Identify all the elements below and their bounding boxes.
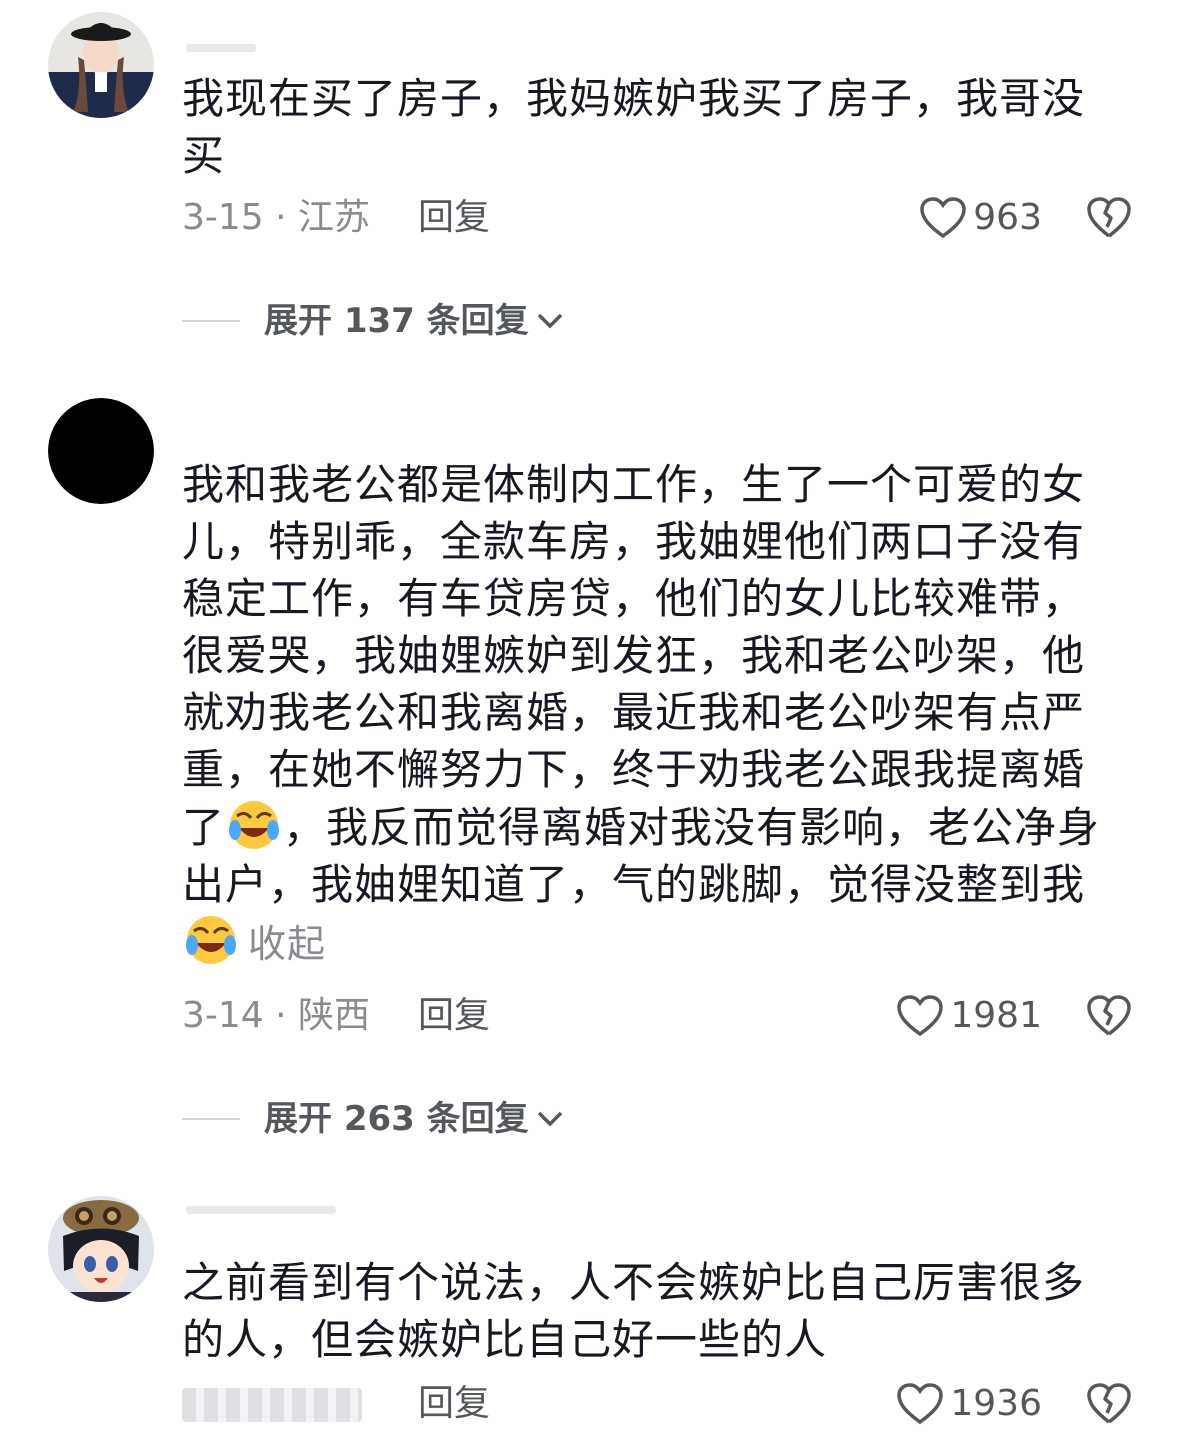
chevron-down-icon: [537, 1111, 562, 1127]
comment-text-part-2: ，我反而觉得离婚对我没有影响，老公净身出户，我妯娌知道了，气的跳脚，觉得没整到我: [182, 803, 1101, 909]
avatar[interactable]: [48, 12, 154, 118]
like-count: 1936: [950, 1383, 1042, 1424]
heart-icon: [897, 1383, 944, 1425]
woman-with-hat-avatar: [48, 12, 154, 118]
dislike-button[interactable]: [1086, 994, 1132, 1053]
broken-heart-icon: [1087, 197, 1131, 238]
avatar[interactable]: [48, 1196, 154, 1302]
reply-button[interactable]: 回复: [418, 192, 490, 244]
expand-replies-button[interactable]: 展开 137 条回复: [182, 296, 565, 346]
comment-meta: 3-15 · 江苏 回复 963: [182, 192, 1142, 244]
broken-heart-icon: [1087, 1383, 1131, 1424]
comment-meta: 回复 1936: [182, 1378, 1142, 1430]
comment-text: 我和我老公都是体制内工作，生了一个可爱的女儿，特别乖，全款车房，我妯娌他们两口子…: [182, 456, 1112, 973]
laughing-crying-emoji-icon: [184, 913, 238, 967]
expand-replies-label: 展开 137 条回复: [264, 301, 529, 341]
reply-button[interactable]: 回复: [418, 990, 490, 1042]
like-count: 1981: [950, 995, 1042, 1036]
comment-text-part-1: 我和我老公都是体制内工作，生了一个可爱的女儿，特别乖，全款车房，我妯娌他们两口子…: [182, 460, 1086, 852]
expand-replies-label: 展开 263 条回复: [264, 1099, 529, 1139]
dislike-button[interactable]: [1086, 1382, 1132, 1441]
anime-character-avatar: [48, 1196, 154, 1302]
heart-icon: [897, 995, 944, 1037]
chevron-down-icon: [537, 313, 562, 329]
username-blurred: [186, 1206, 336, 1214]
date-location-blurred: [182, 1378, 362, 1430]
reply-button[interactable]: 回复: [418, 1378, 490, 1430]
laughing-crying-emoji-icon: [227, 798, 281, 852]
comment-text: 我现在买了房子，我妈嫉妒我买了房子，我哥没买: [182, 74, 1086, 180]
comment-meta: 3-14 · 陕西 回复 1981: [182, 990, 1142, 1042]
date-location: 3-14 · 陕西: [182, 995, 371, 1036]
broken-heart-icon: [1087, 995, 1131, 1036]
like-button[interactable]: 1936: [896, 1378, 1042, 1430]
divider-line: [182, 320, 240, 322]
divider-line: [182, 1118, 240, 1120]
dislike-button[interactable]: [1086, 196, 1132, 255]
avatar[interactable]: [48, 398, 154, 504]
date-location: 3-15 · 江苏: [182, 197, 371, 238]
black-circle-avatar: [48, 398, 154, 504]
like-count: 963: [973, 197, 1042, 238]
like-button[interactable]: 1981: [896, 990, 1042, 1042]
collapse-button[interactable]: 收起: [248, 922, 326, 966]
like-button[interactable]: 963: [919, 192, 1042, 244]
username-blurred: [186, 44, 256, 52]
expand-replies-button[interactable]: 展开 263 条回复: [182, 1094, 565, 1144]
heart-icon: [920, 197, 967, 239]
comment-text: 之前看到有个说法，人不会嫉妒比自己厉害很多的人，但会嫉妒比自己好一些的人: [182, 1258, 1086, 1364]
